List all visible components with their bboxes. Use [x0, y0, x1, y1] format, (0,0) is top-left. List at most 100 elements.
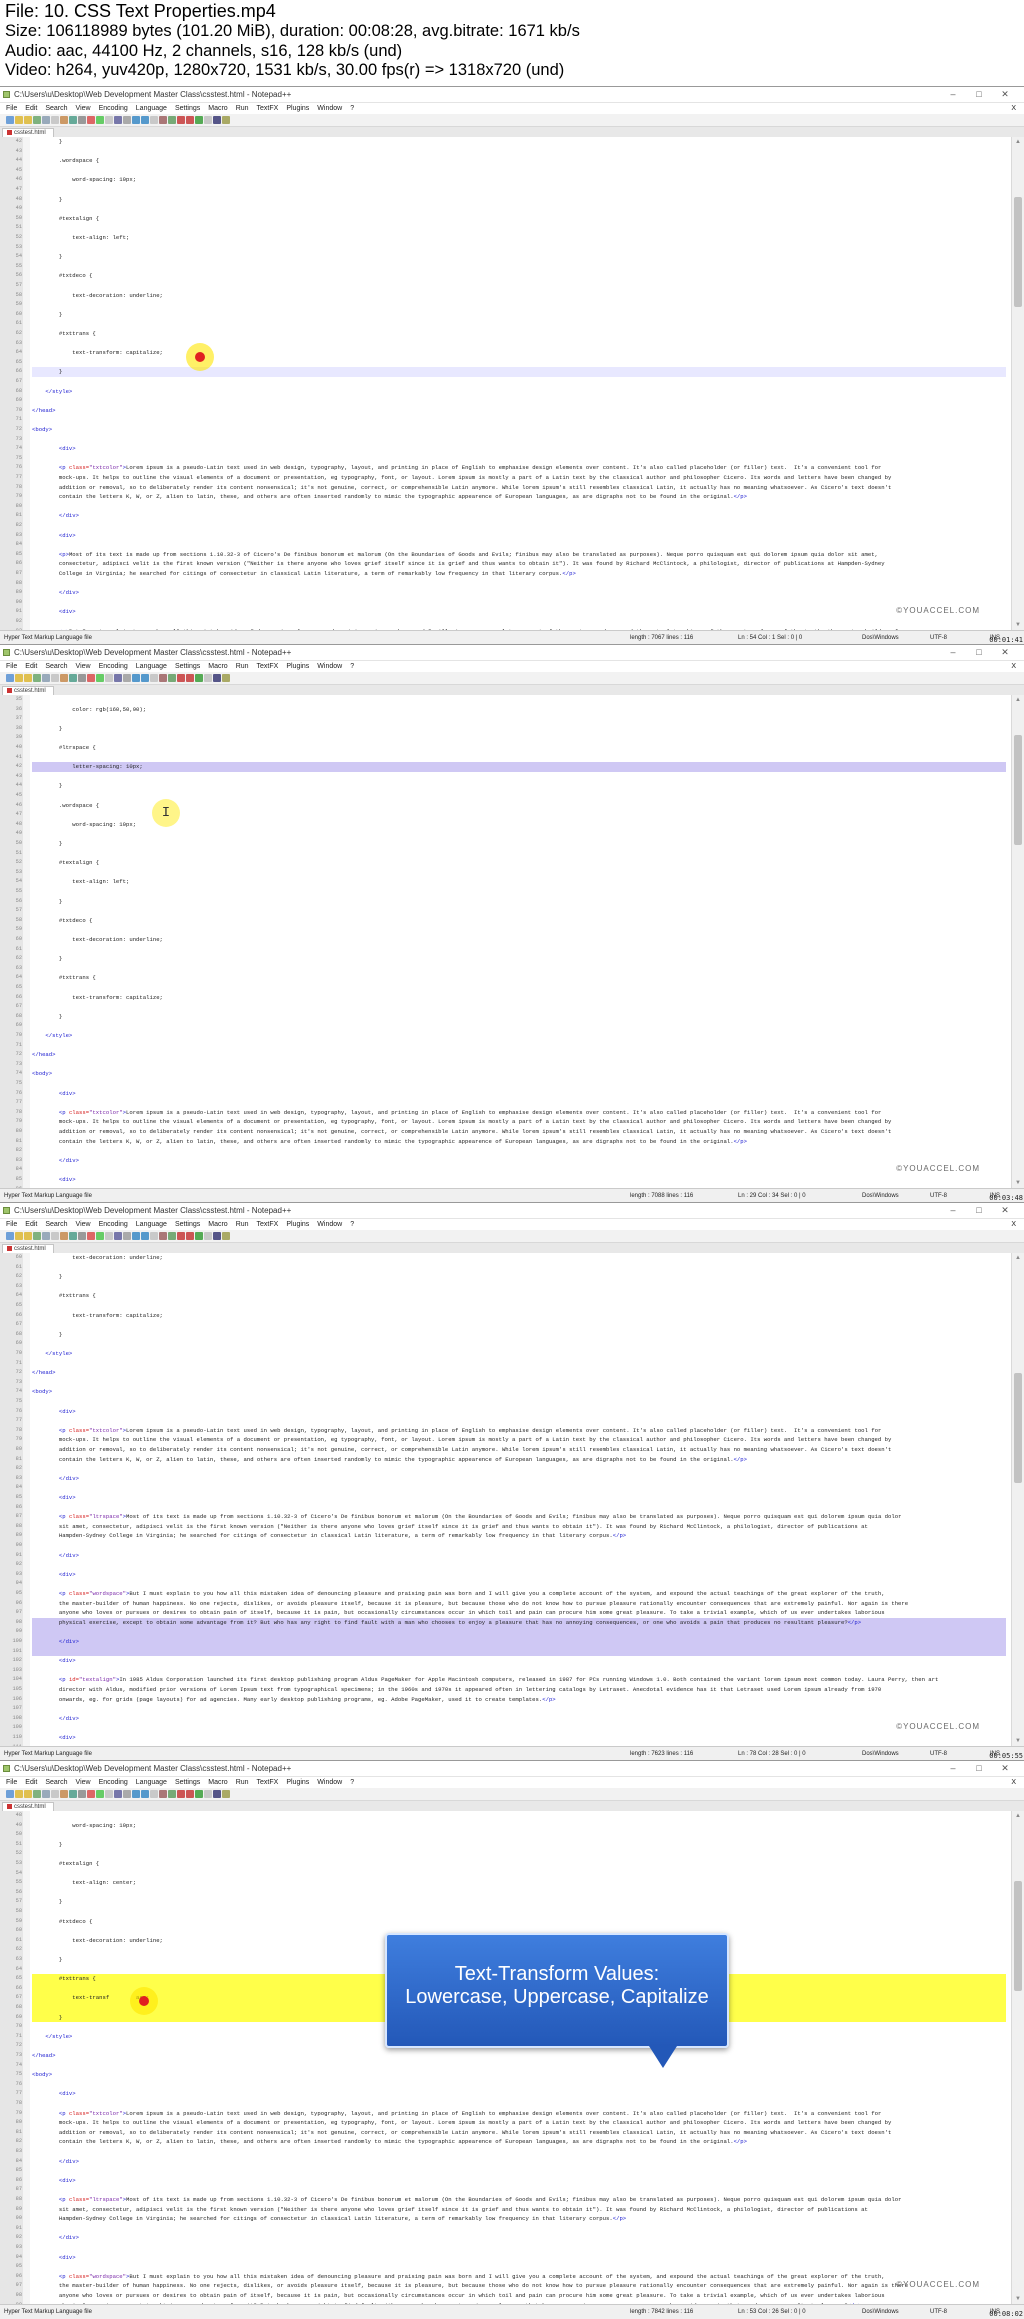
- scroll-down-arrow-icon[interactable]: ▼: [1012, 1178, 1024, 1188]
- close-document-button[interactable]: X: [1011, 661, 1016, 672]
- toolbar-icon-10[interactable]: [87, 674, 95, 682]
- toolbar-icon-10[interactable]: [87, 1232, 95, 1240]
- menu-window[interactable]: Window: [317, 663, 342, 670]
- toolbar-icon-3[interactable]: [24, 1232, 32, 1240]
- toolbar-icon-10[interactable]: [87, 116, 95, 124]
- maximize-button[interactable]: □: [966, 87, 992, 102]
- menu-macro[interactable]: Macro: [208, 663, 227, 670]
- toolbar-icon-25[interactable]: [222, 116, 230, 124]
- menu-view[interactable]: View: [76, 1779, 91, 1786]
- toolbar-icon-25[interactable]: [222, 674, 230, 682]
- toolbar-icon-8[interactable]: [69, 116, 77, 124]
- toolbar-icon-1[interactable]: [6, 1232, 14, 1240]
- vertical-scrollbar[interactable]: ▲ ▼: [1011, 1253, 1024, 1746]
- toolbar-icon-7[interactable]: [60, 1790, 68, 1798]
- toolbar-icon-24[interactable]: [213, 116, 221, 124]
- toolbar-icon-8[interactable]: [69, 1232, 77, 1240]
- toolbar-icon-20[interactable]: [177, 674, 185, 682]
- toolbar-icon-1[interactable]: [6, 674, 14, 682]
- scrollbar-thumb[interactable]: [1014, 1373, 1022, 1483]
- vertical-scrollbar[interactable]: ▲ ▼: [1011, 137, 1024, 630]
- toolbar-icon-12[interactable]: [105, 674, 113, 682]
- toolbar-icon-1[interactable]: [6, 1790, 14, 1798]
- toolbar-icon-12[interactable]: [105, 116, 113, 124]
- toolbar-icon-2[interactable]: [15, 1232, 23, 1240]
- code-editor[interactable]: 42 } 43 44 .wordspace {45 46 word-spacing: …: [0, 137, 1012, 630]
- toolbar-icon-11[interactable]: [96, 1232, 104, 1240]
- toolbar-icon-20[interactable]: [177, 116, 185, 124]
- toolbar-icon-2[interactable]: [15, 1790, 23, 1798]
- toolbar-icon-23[interactable]: [204, 116, 212, 124]
- toolbar-icon-24[interactable]: [213, 1790, 221, 1798]
- toolbar-icon-18[interactable]: [159, 1232, 167, 1240]
- toolbar-icon-7[interactable]: [60, 116, 68, 124]
- menu-language[interactable]: Language: [136, 1221, 167, 1228]
- code-editor[interactable]: 35 36 color: rgb(160,50,90); 37 38 } 39 40 #l…: [0, 695, 1012, 1188]
- toolbar-icon-12[interactable]: [105, 1790, 113, 1798]
- toolbar-icon-14[interactable]: [123, 674, 131, 682]
- close-document-button[interactable]: X: [1011, 1219, 1016, 1230]
- minimize-button[interactable]: –: [940, 645, 966, 660]
- toolbar-icon-2[interactable]: [15, 674, 23, 682]
- menu-language[interactable]: Language: [136, 105, 167, 112]
- menu-edit[interactable]: Edit: [25, 663, 37, 670]
- menu-file[interactable]: File: [6, 105, 17, 112]
- toolbar-icon-20[interactable]: [177, 1232, 185, 1240]
- toolbar-icon-19[interactable]: [168, 1232, 176, 1240]
- menu-run[interactable]: Run: [236, 1221, 249, 1228]
- toolbar-icon-4[interactable]: [33, 674, 41, 682]
- menu-textfx[interactable]: TextFX: [257, 1221, 279, 1228]
- toolbar-icon-25[interactable]: [222, 1232, 230, 1240]
- menu-settings[interactable]: Settings: [175, 663, 200, 670]
- toolbar-icon-1[interactable]: [6, 116, 14, 124]
- toolbar-icon-21[interactable]: [186, 1232, 194, 1240]
- maximize-button[interactable]: □: [966, 645, 992, 660]
- close-window-button[interactable]: ✕: [992, 87, 1018, 102]
- vertical-scrollbar[interactable]: ▲ ▼: [1011, 1811, 1024, 2304]
- toolbar-icon-21[interactable]: [186, 674, 194, 682]
- toolbar-icon-11[interactable]: [96, 674, 104, 682]
- toolbar-icon-12[interactable]: [105, 1232, 113, 1240]
- toolbar-icon-5[interactable]: [42, 116, 50, 124]
- scrollbar-thumb[interactable]: [1014, 197, 1022, 307]
- menu-run[interactable]: Run: [236, 1779, 249, 1786]
- menu-settings[interactable]: Settings: [175, 1221, 200, 1228]
- menu-textfx[interactable]: TextFX: [257, 663, 279, 670]
- toolbar-icon-23[interactable]: [204, 674, 212, 682]
- menu-help[interactable]: ?: [350, 105, 354, 112]
- toolbar-icon-19[interactable]: [168, 116, 176, 124]
- minimize-button[interactable]: –: [940, 1761, 966, 1776]
- scrollbar-thumb[interactable]: [1014, 735, 1022, 845]
- toolbar-icon-14[interactable]: [123, 1232, 131, 1240]
- menu-macro[interactable]: Macro: [208, 1779, 227, 1786]
- toolbar-icon-17[interactable]: [150, 1790, 158, 1798]
- toolbar-icon-18[interactable]: [159, 116, 167, 124]
- menu-run[interactable]: Run: [236, 105, 249, 112]
- toolbar-icon-24[interactable]: [213, 1232, 221, 1240]
- code-editor[interactable]: 48 49 word-spacing: 10px; 50 51 } 52 53 #text…: [0, 1811, 1012, 2304]
- toolbar-icon-13[interactable]: [114, 674, 122, 682]
- minimize-button[interactable]: –: [940, 1203, 966, 1218]
- menu-edit[interactable]: Edit: [25, 1221, 37, 1228]
- toolbar-icon-18[interactable]: [159, 1790, 167, 1798]
- toolbar-icon-14[interactable]: [123, 1790, 131, 1798]
- toolbar-icon-7[interactable]: [60, 674, 68, 682]
- menu-search[interactable]: Search: [45, 105, 67, 112]
- toolbar-icon-19[interactable]: [168, 674, 176, 682]
- toolbar-icon-4[interactable]: [33, 1790, 41, 1798]
- menu-window[interactable]: Window: [317, 1221, 342, 1228]
- menu-encoding[interactable]: Encoding: [99, 1221, 128, 1228]
- menu-search[interactable]: Search: [45, 1221, 67, 1228]
- menu-file[interactable]: File: [6, 663, 17, 670]
- menu-search[interactable]: Search: [45, 663, 67, 670]
- toolbar-icon-9[interactable]: [78, 1232, 86, 1240]
- toolbar-icon-16[interactable]: [141, 1232, 149, 1240]
- toolbar-icon-20[interactable]: [177, 1790, 185, 1798]
- toolbar-icon-3[interactable]: [24, 674, 32, 682]
- menu-help[interactable]: ?: [350, 1779, 354, 1786]
- toolbar-icon-6[interactable]: [51, 674, 59, 682]
- toolbar-icon-15[interactable]: [132, 674, 140, 682]
- scroll-up-arrow-icon[interactable]: ▲: [1012, 1253, 1024, 1263]
- menu-plugins[interactable]: Plugins: [286, 105, 309, 112]
- toolbar-icon-11[interactable]: [96, 1790, 104, 1798]
